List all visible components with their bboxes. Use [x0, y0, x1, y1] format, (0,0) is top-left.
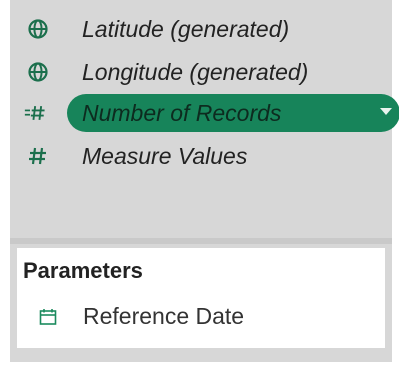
field-label: Number of Records: [82, 99, 282, 126]
calendar-icon: [39, 308, 57, 326]
globe-icon: [26, 60, 50, 84]
measure-hash-icon: [24, 101, 48, 125]
globe-icon: [26, 17, 50, 41]
field-number-of-records[interactable]: Number of Records: [10, 96, 392, 130]
fields-panel: Latitude (generated) Longitude (generate…: [10, 0, 399, 362]
parameters-section: Parameters Reference Date: [17, 248, 385, 348]
measures-list: Latitude (generated) Longitude (generate…: [10, 0, 399, 238]
field-label: Measure Values: [82, 142, 248, 169]
parameters-heading: Parameters: [23, 258, 143, 283]
parameter-reference-date[interactable]: Reference Date: [17, 300, 385, 334]
field-label: Longitude (generated): [82, 58, 309, 85]
data-pane: Latitude (generated) Longitude (generate…: [0, 0, 399, 370]
field-measure-values[interactable]: Measure Values: [10, 139, 392, 173]
hash-icon: [26, 144, 50, 168]
parameter-label: Reference Date: [83, 303, 245, 329]
field-label: Latitude (generated): [82, 15, 290, 42]
field-longitude-generated[interactable]: Longitude (generated): [10, 55, 392, 89]
field-latitude-generated[interactable]: Latitude (generated): [10, 12, 392, 46]
section-divider[interactable]: [10, 238, 392, 244]
